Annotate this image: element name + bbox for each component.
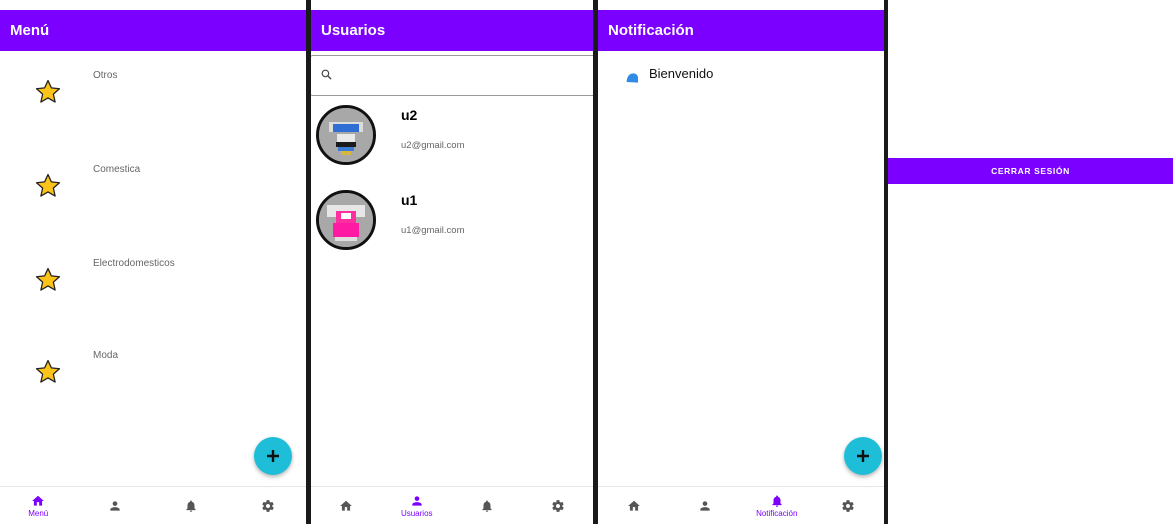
home-icon bbox=[627, 500, 640, 511]
avatar bbox=[316, 190, 376, 250]
category-label: Moda bbox=[93, 350, 119, 361]
bottom-nav: Usuarios bbox=[311, 486, 593, 524]
notification-icon bbox=[626, 73, 638, 83]
user-name: u1 bbox=[401, 192, 418, 208]
gear-icon bbox=[552, 499, 564, 512]
users-screen: Usuarios u2 u2@gmail.com u1 u1@gmail.com… bbox=[311, 10, 593, 524]
nav-settings[interactable] bbox=[230, 487, 307, 524]
notifications-screen: Notificación Bienvenido Notificación bbox=[598, 10, 884, 524]
nav-label: Menú bbox=[28, 508, 49, 518]
category-item-comestica[interactable]: Comestica bbox=[0, 164, 290, 254]
search-icon bbox=[321, 69, 332, 80]
app-bar-title: Notificación bbox=[598, 10, 884, 51]
nav-users[interactable] bbox=[670, 487, 742, 524]
logout-button[interactable]: CERRAR SESIÓN bbox=[888, 158, 1173, 184]
bottom-nav: Notificación bbox=[598, 486, 884, 524]
home-icon bbox=[340, 500, 353, 511]
bell-icon bbox=[772, 494, 782, 507]
bottom-nav: Menú bbox=[0, 486, 306, 524]
nav-menu[interactable] bbox=[598, 487, 670, 524]
gear-icon bbox=[262, 499, 274, 512]
nav-menu[interactable] bbox=[311, 487, 382, 524]
avatar bbox=[316, 105, 376, 165]
plus-icon bbox=[267, 450, 279, 462]
gear-icon bbox=[842, 499, 854, 512]
category-item-moda[interactable]: Moda bbox=[0, 350, 290, 440]
person-icon bbox=[700, 500, 710, 511]
user-email: u2@gmail.com bbox=[401, 140, 465, 151]
app-bar-title: Menú bbox=[0, 10, 306, 51]
nav-users[interactable] bbox=[77, 487, 154, 524]
category-item-electrodomesticos[interactable]: Electrodomesticos bbox=[0, 258, 290, 348]
notification-item[interactable]: Bienvenido bbox=[624, 60, 713, 86]
nav-menu[interactable]: Menú bbox=[0, 487, 77, 524]
menu-screen: Menú Otros Comestica Electrodomesticos M… bbox=[0, 10, 306, 524]
add-button[interactable] bbox=[844, 437, 882, 475]
star-icon bbox=[35, 173, 61, 197]
nav-notifications[interactable] bbox=[153, 487, 230, 524]
nav-notifications[interactable] bbox=[452, 487, 523, 524]
person-icon bbox=[110, 500, 120, 511]
bell-icon bbox=[186, 499, 196, 512]
star-icon bbox=[35, 359, 61, 383]
user-name: u2 bbox=[401, 107, 418, 123]
add-button[interactable] bbox=[254, 437, 292, 475]
nav-label: Usuarios bbox=[400, 508, 433, 518]
nav-notifications[interactable]: Notificación bbox=[741, 487, 813, 524]
category-item-otros[interactable]: Otros bbox=[0, 70, 290, 160]
category-label: Comestica bbox=[93, 164, 141, 175]
home-icon bbox=[32, 495, 45, 506]
person-icon bbox=[412, 495, 422, 506]
app-bar-title: Usuarios bbox=[311, 10, 593, 51]
user-item-u2[interactable]: u2 u2@gmail.com bbox=[311, 105, 593, 185]
search-input[interactable] bbox=[311, 55, 593, 96]
nav-users[interactable]: Usuarios bbox=[382, 487, 453, 524]
category-label: Otros bbox=[93, 70, 118, 81]
nav-label: Notificación bbox=[756, 508, 798, 518]
star-icon bbox=[35, 267, 61, 291]
category-label: Electrodomesticos bbox=[93, 258, 175, 269]
plus-icon bbox=[857, 450, 869, 462]
notification-text: Bienvenido bbox=[649, 65, 714, 81]
user-item-u1[interactable]: u1 u1@gmail.com bbox=[311, 190, 593, 270]
star-icon bbox=[35, 79, 61, 103]
bell-icon bbox=[482, 499, 492, 512]
nav-settings[interactable] bbox=[813, 487, 885, 524]
nav-settings[interactable] bbox=[523, 487, 594, 524]
screen-divider bbox=[884, 0, 888, 524]
user-email: u1@gmail.com bbox=[401, 225, 465, 236]
